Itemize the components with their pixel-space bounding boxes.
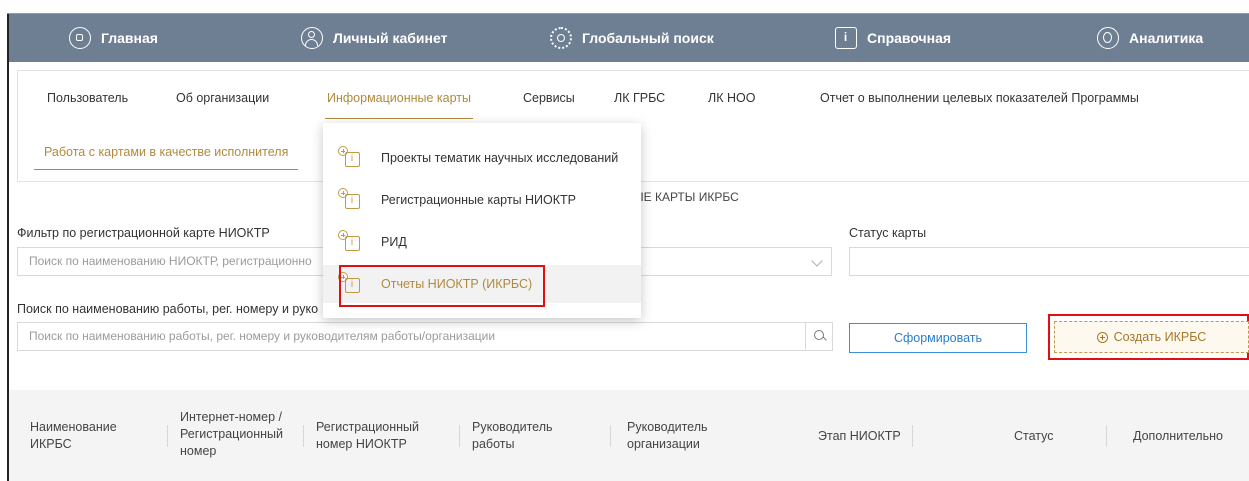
dropdown-item-niokr-cards[interactable]: Регистрационные карты НИОКТР [323, 181, 641, 219]
nav-item-reference[interactable]: Справочная [835, 14, 951, 62]
menu-item-info-cards[interactable]: Информационные карты [324, 71, 474, 126]
search-icon-handle [822, 336, 827, 341]
menu-item-user[interactable]: Пользователь [47, 71, 128, 126]
column-header-niokr-number[interactable]: Регистрационный номер НИОКТР [316, 419, 456, 453]
menu-item-services[interactable]: Сервисы [523, 71, 575, 126]
column-divider [1106, 425, 1107, 447]
column-divider [167, 425, 168, 447]
dropdown-item-label: РИД [381, 235, 407, 249]
nav-item-home[interactable]: Главная [69, 14, 158, 62]
analytics-icon [1097, 27, 1119, 49]
column-divider [610, 425, 611, 447]
dropdown-item-label: Регистрационные карты НИОКТР [381, 193, 577, 207]
menu-item-lk-noo[interactable]: ЛК НОО [708, 71, 755, 126]
nav-item-label: Справочная [867, 30, 952, 46]
dropdown-item-label: Проекты тематик научных исследований [381, 151, 619, 165]
section-title: ЫЕ КАРТЫ ИКРБС [633, 190, 739, 204]
status-select[interactable] [849, 247, 1249, 276]
column-divider [912, 425, 913, 447]
top-navigation-bar: Главная Личный кабинет Глобальный поиск … [9, 14, 1249, 62]
tab-executor-cards[interactable]: Работа с картами в качестве исполнителя [33, 125, 299, 179]
search-button[interactable] [805, 322, 833, 351]
add-info-icon [337, 230, 364, 254]
app-window: Главная Личный кабинет Глобальный поиск … [0, 0, 1249, 481]
column-header-org-head[interactable]: Руководитель организации [627, 419, 727, 453]
chevron-down-icon [811, 255, 823, 267]
column-header-status[interactable]: Статус [1014, 428, 1094, 445]
menu-item-lk-grbs[interactable]: ЛК ГРБС [614, 71, 665, 126]
nav-item-analytics[interactable]: Аналитика [1097, 14, 1203, 62]
column-divider [303, 425, 304, 447]
nav-item-label: Глобальный поиск [582, 30, 714, 46]
column-header-additional[interactable]: Дополнительно [1133, 428, 1243, 445]
dropdown-item-niokr-reports[interactable]: Отчеты НИОКТР (ИКРБС) [323, 265, 641, 303]
dropdown-item-rid[interactable]: РИД [323, 223, 641, 261]
info-icon [835, 27, 857, 49]
plus-circle-icon [1096, 332, 1108, 343]
nav-item-account[interactable]: Личный кабинет [301, 14, 447, 62]
create-ikrbs-button[interactable]: Создать ИКРБС [1054, 321, 1249, 353]
column-header-stage[interactable]: Этап НИОКТР [818, 428, 938, 445]
form-button[interactable]: Сформировать [849, 323, 1027, 353]
add-info-icon [337, 188, 364, 212]
column-header-work-head[interactable]: Руководитель работы [472, 419, 572, 453]
dropdown-item-label: Отчеты НИОКТР (ИКРБС) [381, 277, 533, 291]
dropdown-item-research-projects[interactable]: Проекты тематик научных исследований [323, 139, 641, 177]
niokr-filter-label: Фильтр по регистрационной карте НИОКТР [17, 226, 270, 240]
user-icon [301, 27, 323, 49]
search-placeholder: Поиск по наименованию работы, рег. номер… [29, 329, 496, 343]
home-square-icon [69, 27, 91, 49]
add-info-icon [337, 272, 364, 296]
nav-item-label: Личный кабинет [333, 30, 448, 46]
section-menu: Пользователь Об организации Информационн… [17, 70, 1249, 127]
column-header-internet-number[interactable]: Интернет-номер / Регистрационный номер [180, 409, 300, 460]
column-divider [459, 425, 460, 447]
menu-item-program-report[interactable]: Отчет о выполнении целевых показателей П… [820, 71, 1139, 126]
nav-item-label: Аналитика [1129, 30, 1204, 46]
status-label: Статус карты [849, 226, 927, 240]
search-input[interactable]: Поиск по наименованию работы, рег. номер… [17, 322, 807, 351]
column-header-name[interactable]: Наименование ИКРБС [30, 419, 150, 453]
niokr-filter-placeholder: Поиск по наименованию НИОКТР, регистраци… [29, 254, 312, 268]
add-info-icon [337, 146, 364, 170]
gear-search-icon [550, 27, 572, 49]
info-cards-dropdown: Проекты тематик научных исследований Рег… [323, 123, 641, 318]
search-label: Поиск по наименованию работы, рег. номер… [17, 302, 319, 316]
nav-item-global-search[interactable]: Глобальный поиск [550, 14, 714, 62]
menu-item-organization[interactable]: Об организации [176, 71, 269, 126]
create-button-label: Создать ИКРБС [1113, 330, 1207, 344]
nav-item-label: Главная [101, 30, 158, 46]
